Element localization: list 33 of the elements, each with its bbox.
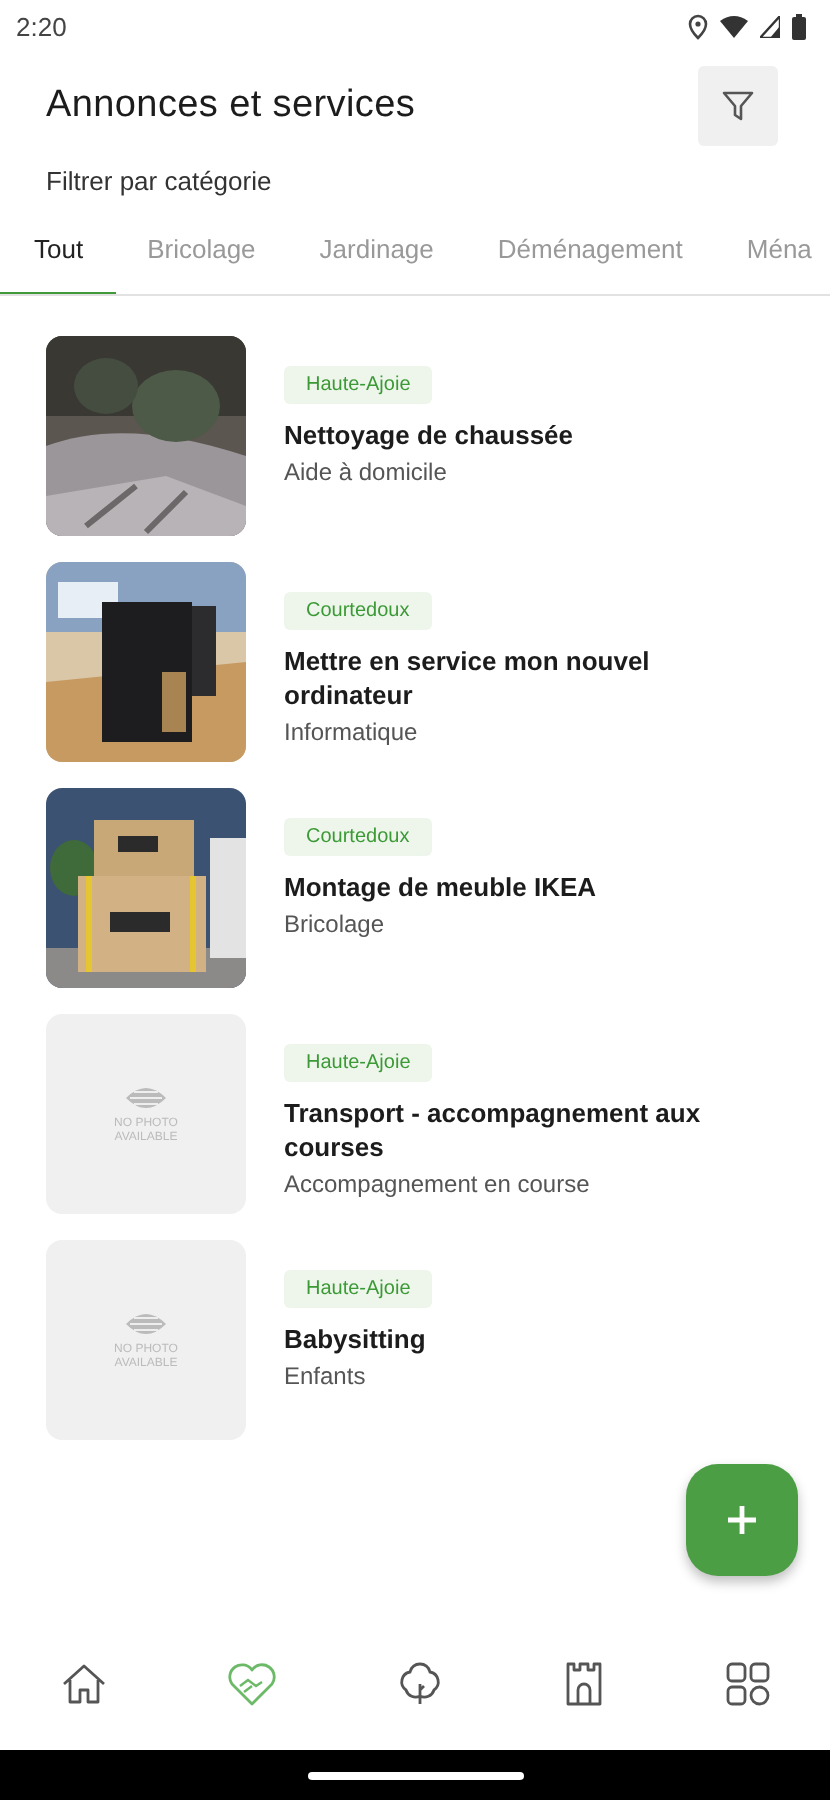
add-button[interactable] xyxy=(686,1464,798,1576)
filter-icon xyxy=(720,88,756,124)
listing-title[interactable]: Mettre en service mon nouvel ordinateur xyxy=(284,644,754,712)
listing-category: Enfants xyxy=(284,1362,366,1390)
tower-icon xyxy=(561,1660,605,1708)
region-tag: Courtedoux xyxy=(284,592,432,630)
listing-category: Aide à domicile xyxy=(284,458,447,486)
battery-icon xyxy=(792,13,806,39)
wifi-icon xyxy=(720,15,748,37)
status-time: 2:20 xyxy=(16,11,67,41)
grid-icon xyxy=(723,1660,771,1708)
filter-button[interactable] xyxy=(698,66,778,146)
gesture-handle[interactable] xyxy=(307,1771,523,1779)
listing-category: Bricolage xyxy=(284,910,385,938)
tree-icon xyxy=(395,1660,443,1708)
category-tab[interactable]: Tout xyxy=(0,234,116,294)
listing-category: Accompagnement en course xyxy=(284,1170,590,1198)
signal-icon xyxy=(760,15,780,37)
home-icon xyxy=(59,1660,107,1708)
listing-title[interactable]: Transport - accompagnement aux courses xyxy=(284,1096,754,1164)
page-title: Annonces et services xyxy=(46,84,416,128)
filter-label: Filtrer par catégorie xyxy=(44,164,274,196)
region-tag: Haute-Ajoie xyxy=(284,1044,433,1082)
listing-title[interactable]: Babysitting xyxy=(284,1322,426,1356)
plus-icon xyxy=(726,1504,758,1536)
region-tag: Courtedoux xyxy=(284,818,432,856)
heart-icon xyxy=(225,1660,277,1708)
region-tag: Haute-Ajoie xyxy=(284,1270,433,1308)
location-icon xyxy=(688,13,708,39)
listing-title[interactable]: Nettoyage de chaussée xyxy=(284,418,574,452)
listing-title[interactable]: Montage de meuble IKEA xyxy=(284,870,597,904)
region-tag: Haute-Ajoie xyxy=(284,366,433,404)
listing-category: Informatique xyxy=(284,718,418,746)
